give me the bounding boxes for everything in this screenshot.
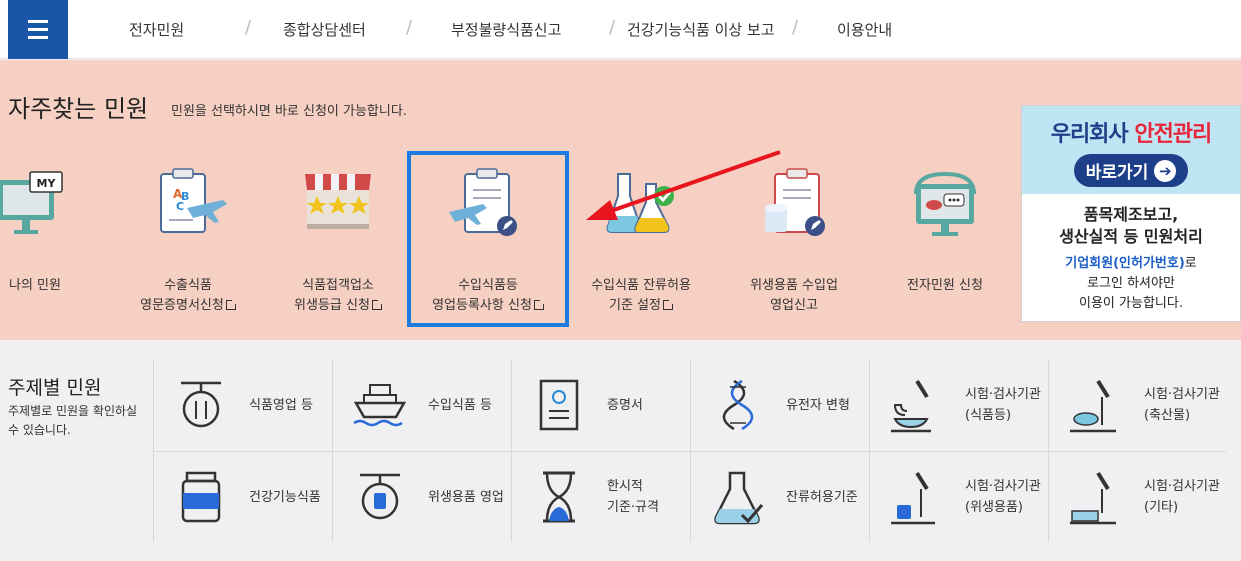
favorite-label: 수입식품 잔류허용 (591, 278, 691, 293)
nav-separator: / (609, 17, 616, 38)
favorites-subtitle: 민원을 선택하시면 바로 신청이 가능합니다. (171, 104, 407, 119)
menu-bar (28, 28, 48, 31)
banner-line: 생산실적 등 민원처리 (1059, 227, 1203, 246)
favorite-label: 전자민원 신청 (907, 278, 983, 293)
red-arrow-annotation (586, 150, 781, 220)
microscope-bowl-icon (891, 379, 931, 433)
store-stars-icon (305, 174, 371, 229)
banner-go-label: 바로가기 (1085, 163, 1149, 183)
topic-label: (축산물) (1144, 408, 1191, 423)
topic-lab-livestock[interactable]: 시험·검사기관 (축산물) (1048, 360, 1227, 450)
topic-label: 건강기능식품 (249, 489, 321, 505)
topics-description: 주제별로 민원을 확인하실 수 있습니다. (8, 404, 138, 437)
banner-line: 로 (1184, 256, 1197, 271)
topic-health-food[interactable]: 건강기능식품 (153, 452, 332, 542)
banner-line: 이용이 가능합니다. (1079, 296, 1183, 311)
svg-text:MY: MY (37, 177, 57, 190)
topic-label: (식품등) (965, 408, 1012, 423)
external-link-icon (662, 299, 674, 310)
favorite-label: 수출식품 (164, 278, 212, 293)
topic-residue-standard[interactable]: 잔류허용기준 (690, 452, 869, 542)
favorite-label: 영업신고 (770, 298, 818, 313)
banner-go-button[interactable]: 바로가기 ➔ (1073, 154, 1189, 187)
favorite-hygiene-rating[interactable]: 식품접객업소위생등급 신청 (258, 160, 418, 316)
topic-label: 위생용품 영업 (428, 489, 504, 505)
favorite-label: 위생등급 신청 (294, 298, 370, 313)
nav-separator: / (245, 17, 252, 38)
topic-food-business[interactable]: 식품영업 등 (153, 360, 332, 450)
favorites-title: 자주찾는 민원 (8, 95, 149, 123)
topic-label: 유전자 변형 (786, 397, 850, 413)
restaurant-sign-icon (181, 381, 221, 428)
my-monitor-icon: MY (0, 171, 63, 234)
topic-label: (위생용품) (965, 500, 1023, 515)
hygiene-sign-icon (360, 473, 400, 520)
topic-label: 기준·규격 (607, 500, 659, 515)
topics-title: 주제별 민원 (8, 377, 102, 399)
topic-label: 시험·검사기관 (965, 479, 1041, 494)
topic-lab-food[interactable]: 시험·검사기관 (식품등) (869, 360, 1048, 450)
microscope-fish-icon (1070, 379, 1116, 433)
nav-item-e-civil[interactable]: 전자민원 (129, 19, 184, 40)
banner-line: 로그인 하셔야만 (1087, 276, 1175, 291)
external-link-icon (225, 299, 237, 310)
favorite-label: 기준 설정 (609, 298, 661, 313)
favorite-export-certificate[interactable]: A B C 수출식품영문증명서신청 (108, 160, 268, 316)
nav-separator: / (792, 17, 799, 38)
topic-services-section: 주제별 민원 주제별로 민원을 확인하실 수 있습니다. 식품영업 등 수입식품… (0, 340, 1241, 561)
topic-label: 수입식품 등 (428, 397, 492, 413)
favorite-label: 위생용품 수입업 (750, 278, 838, 293)
top-navigation: 전자민원 / 종합상담센터 / 부정불량식품신고 / 건강기능식품 이상 보고 … (0, 0, 1241, 59)
nav-separator: / (406, 17, 413, 38)
highlight-box (407, 151, 569, 327)
favorite-label: 식품접객업소 (302, 278, 374, 293)
banner-title-highlight: 안전관리 (1134, 122, 1212, 147)
safety-management-banner[interactable]: 우리회사 안전관리 바로가기 ➔ 품목제조보고, 생산실적 등 민원처리 기업회… (1021, 105, 1241, 322)
hamburger-menu-button[interactable] (8, 0, 68, 59)
topic-label: 한시적 (607, 479, 643, 494)
topic-label: 시험·검사기관 (1144, 479, 1220, 494)
ship-icon (353, 384, 407, 427)
microscope-cup-icon (891, 471, 935, 525)
microscope-box-icon (1070, 471, 1116, 525)
topic-lab-hygiene[interactable]: 시험·검사기관 (위생용품) (869, 452, 1048, 542)
banner-title: 우리회사 (1050, 122, 1135, 147)
topic-gmo[interactable]: 유전자 변형 (690, 360, 869, 450)
topic-label: 식품영업 등 (249, 397, 313, 413)
svg-text:C: C (176, 200, 184, 213)
nav-item-health-food-report[interactable]: 건강기능식품 이상 보고 (627, 19, 775, 40)
topic-imported-food[interactable]: 수입식품 등 (332, 360, 511, 450)
nav-item-report-bad-food[interactable]: 부정불량식품신고 (451, 19, 561, 40)
nav-item-guide[interactable]: 이용안내 (837, 19, 892, 40)
export-clipboard-plane-icon: A B C (160, 168, 227, 233)
menu-bar (28, 36, 48, 39)
nav-item-counseling[interactable]: 종합상담센터 (283, 19, 366, 40)
topic-label: 잔류허용기준 (786, 489, 858, 505)
favorite-e-civil-apply[interactable]: 전자민원 신청 (865, 160, 1025, 296)
certificate-icon (539, 379, 579, 431)
favorite-services-section: 자주찾는 민원 민원을 선택하시면 바로 신청이 가능합니다. MY 나의 민원… (0, 60, 1241, 340)
topic-hygiene-business[interactable]: 위생용품 영업 (332, 452, 511, 542)
monitor-chat-icon (914, 171, 976, 236)
topic-label: (기타) (1144, 500, 1179, 515)
topic-lab-other[interactable]: 시험·검사기관 (기타) (1048, 452, 1227, 542)
dna-icon (722, 379, 754, 431)
favorite-label: 영문증명서신청 (140, 298, 224, 313)
topic-grid: 식품영업 등 수입식품 등 증명서 유전자 변형 시험·검사기관 (식품등) 시… (153, 360, 1226, 542)
topic-certificate[interactable]: 증명서 (511, 360, 690, 450)
external-link-icon (371, 299, 383, 310)
topic-temporary-standard[interactable]: 한시적기준·규격 (511, 452, 690, 542)
banner-line: 품목제조보고, (1083, 205, 1179, 224)
hourglass-icon (543, 471, 575, 523)
topic-label: 증명서 (607, 397, 643, 413)
banner-member-text: 기업회원(인허가번호) (1065, 256, 1185, 271)
arrow-right-icon: ➔ (1154, 159, 1177, 182)
favorite-my-civil[interactable]: MY 나의 민원 (0, 160, 115, 296)
supplement-jar-icon (181, 471, 221, 523)
flask-check-line-icon (714, 471, 764, 525)
menu-bar (28, 20, 48, 23)
topic-label: 시험·검사기관 (1144, 387, 1220, 402)
favorite-label: 나의 민원 (9, 278, 61, 293)
topic-label: 시험·검사기관 (965, 387, 1041, 402)
